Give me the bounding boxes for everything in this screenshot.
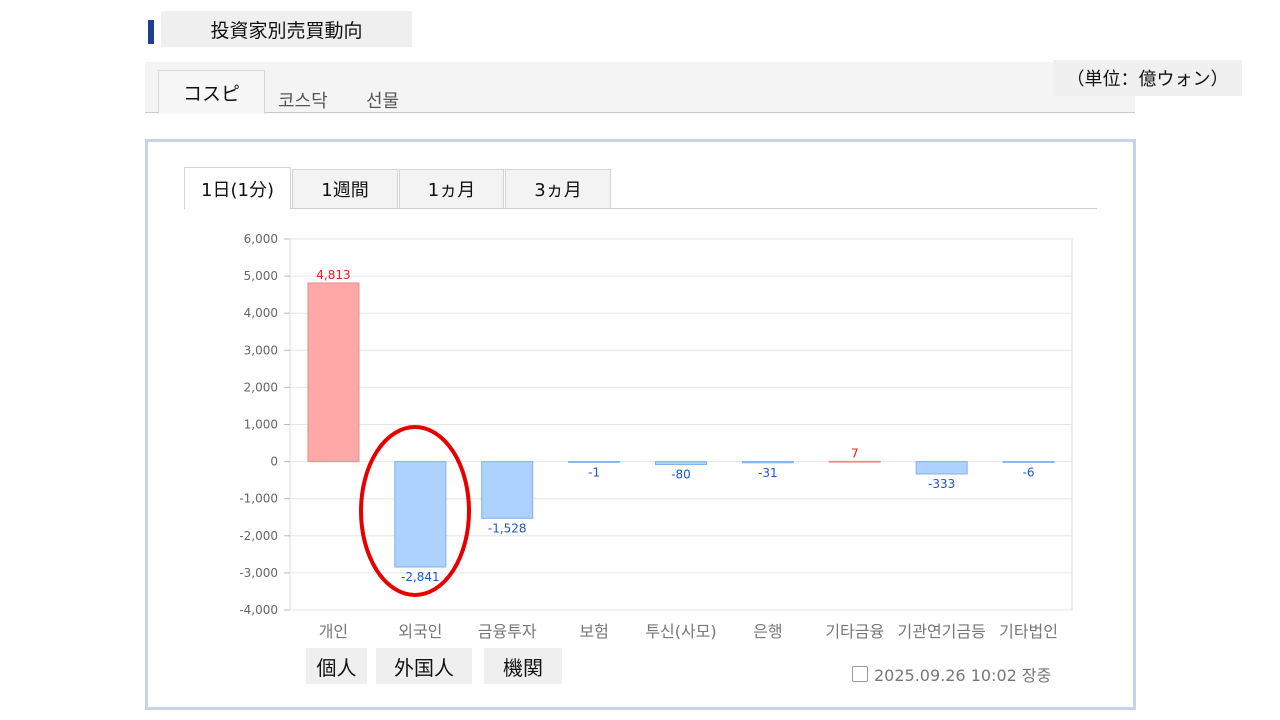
data-label: -333: [928, 477, 955, 491]
data-label: -1: [588, 465, 600, 479]
annotation-institution: 機関: [484, 648, 562, 684]
bar-보험: [568, 461, 621, 463]
x-tick-label: 금융투자: [478, 622, 537, 641]
annotation-individual: 個人: [306, 648, 367, 684]
bar-개인: [307, 282, 360, 463]
x-tick-label: 개인: [319, 622, 348, 641]
data-label: 7: [851, 446, 859, 460]
x-tick-label: 기타금융: [825, 622, 884, 641]
data-label: -6: [1023, 465, 1035, 479]
timestamp: 2025.09.26 10:02 장중: [852, 662, 1051, 686]
y-tick-label: -2,000: [239, 529, 278, 543]
data-label: -80: [671, 468, 691, 482]
y-tick-label: -3,000: [239, 566, 278, 580]
y-tick-label: 5,000: [244, 269, 278, 283]
y-tick-label: 4,000: [244, 306, 278, 320]
y-tick-label: -4,000: [239, 603, 278, 617]
data-label: -31: [758, 466, 778, 480]
data-label: -1,528: [488, 521, 527, 535]
investor-bar-chart: 6,000 5,000 4,000 3,000 2,000 1,000 0 -1,000 -2,…: [239, 232, 1073, 641]
x-tick-label: 외국인: [398, 622, 442, 641]
y-tick-label: -1,000: [239, 492, 278, 506]
y-tick-label: 1,000: [244, 418, 278, 432]
bar-은행: [741, 461, 794, 464]
x-tick-label: 보험: [579, 622, 608, 641]
bar-기관연기금등: [915, 461, 968, 475]
x-tick-label: 은행: [753, 622, 782, 641]
annotation-foreign: 外国人: [376, 648, 472, 684]
bar-외국인: [394, 461, 447, 568]
bar-기타금융: [828, 460, 881, 463]
timestamp-text: 2025.09.26 10:02 장중: [874, 666, 1052, 685]
bar-금융투자: [481, 461, 534, 519]
data-label: 4,813: [316, 268, 350, 282]
y-tick-label: 6,000: [244, 232, 278, 246]
x-tick-label: 기관연기금등: [898, 622, 986, 641]
y-tick-label: 3,000: [244, 343, 278, 357]
x-tick-label: 투신(사모): [645, 622, 716, 641]
data-label: -2,841: [401, 570, 440, 584]
y-tick-label: 2,000: [244, 380, 278, 394]
calendar-clock-icon: [852, 666, 868, 682]
y-tick-label: 0: [270, 455, 278, 469]
bar-투신(사모): [655, 461, 707, 466]
bar-기타법인: [1002, 461, 1055, 463]
x-tick-label: 기타법인: [999, 622, 1058, 641]
